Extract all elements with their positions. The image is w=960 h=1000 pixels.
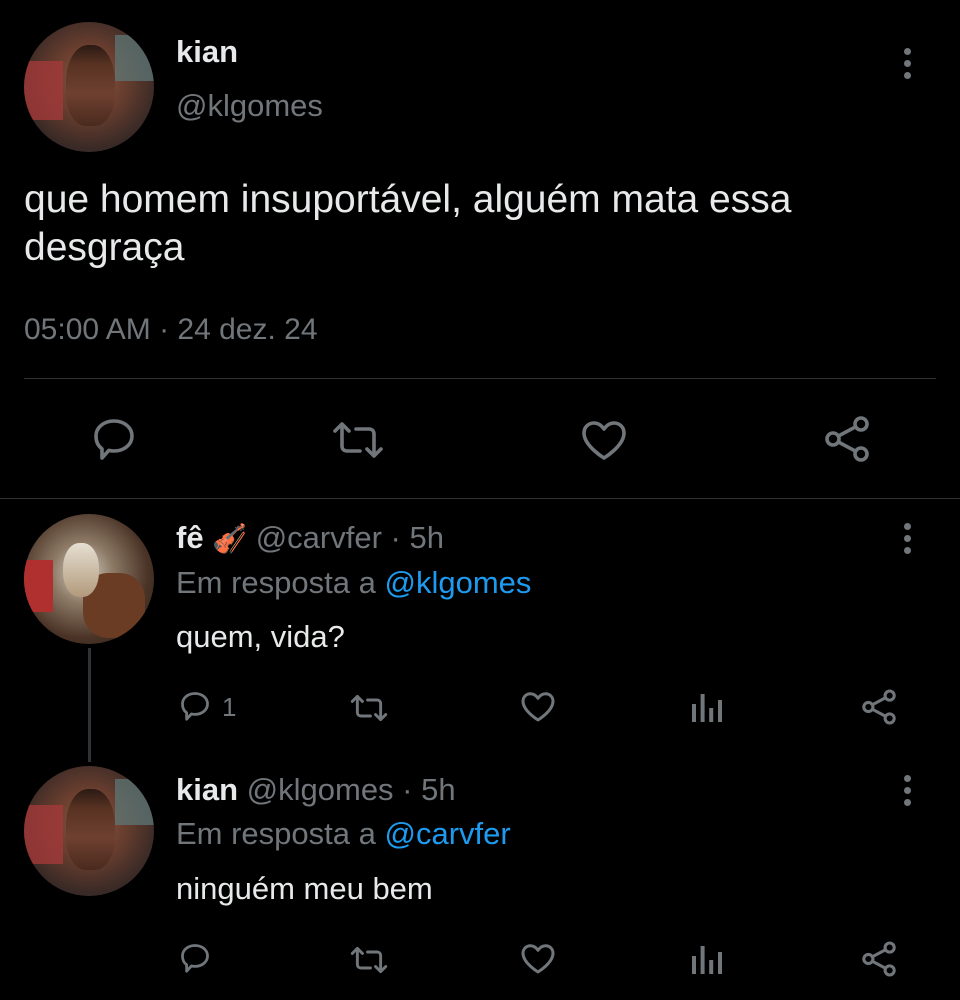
reply-icon[interactable] xyxy=(178,690,212,722)
avatar[interactable] xyxy=(24,22,154,152)
views-icon[interactable] xyxy=(692,942,722,974)
retweet-icon[interactable] xyxy=(332,418,384,462)
mention-link[interactable]: @klgomes xyxy=(384,565,531,600)
divider xyxy=(0,498,960,499)
violin-emoji: 🎻 xyxy=(212,523,248,554)
heart-icon[interactable] xyxy=(580,418,628,462)
display-name[interactable]: kian xyxy=(176,772,238,807)
divider xyxy=(24,378,936,379)
views-icon[interactable] xyxy=(692,690,722,722)
tweet-text-line: que homem insuportável, alguém mata essa xyxy=(24,178,792,221)
reply-icon[interactable] xyxy=(90,416,138,462)
tweet-text: que homem insuportável, alguém mata essa… xyxy=(24,176,791,272)
display-name[interactable]: fê xyxy=(176,520,204,555)
share-icon[interactable] xyxy=(822,414,872,464)
mention-link[interactable]: @carvfer xyxy=(384,816,510,851)
retweet-icon[interactable] xyxy=(350,692,388,724)
retweet-icon[interactable] xyxy=(350,944,388,976)
handle-time[interactable]: @klgomes · 5h xyxy=(247,772,456,807)
replying-prefix: Em resposta a xyxy=(176,565,385,600)
reply-icon[interactable] xyxy=(178,942,212,974)
heart-icon[interactable] xyxy=(520,690,556,723)
share-icon[interactable] xyxy=(860,940,898,978)
replying-to: Em resposta a @carvfer xyxy=(176,816,511,852)
tweet-text: quem, vida? xyxy=(176,619,345,654)
avatar[interactable] xyxy=(24,766,154,896)
handle-time[interactable]: @carvfer · 5h xyxy=(256,520,444,555)
more-vertical-icon[interactable] xyxy=(902,775,912,811)
heart-icon[interactable] xyxy=(520,942,556,975)
replying-prefix: Em resposta a xyxy=(176,816,385,851)
more-vertical-icon[interactable] xyxy=(902,48,912,84)
reply-header: fê 🎻 @carvfer · 5h xyxy=(176,520,444,556)
more-vertical-icon[interactable] xyxy=(902,523,912,559)
share-icon[interactable] xyxy=(860,688,898,726)
handle[interactable]: @klgomes xyxy=(176,88,323,124)
replying-to: Em resposta a @klgomes xyxy=(176,565,531,601)
display-name[interactable]: kian xyxy=(176,34,238,70)
timestamp[interactable]: 05:00 AM · 24 dez. 24 xyxy=(24,313,318,347)
tweet-text: ninguém meu bem xyxy=(176,871,433,906)
tweet-text-line: desgraça xyxy=(24,226,185,269)
avatar[interactable] xyxy=(24,514,154,644)
reply-header: kian @klgomes · 5h xyxy=(176,772,456,808)
reply-count: 1 xyxy=(222,692,237,722)
thread-line xyxy=(88,648,91,762)
